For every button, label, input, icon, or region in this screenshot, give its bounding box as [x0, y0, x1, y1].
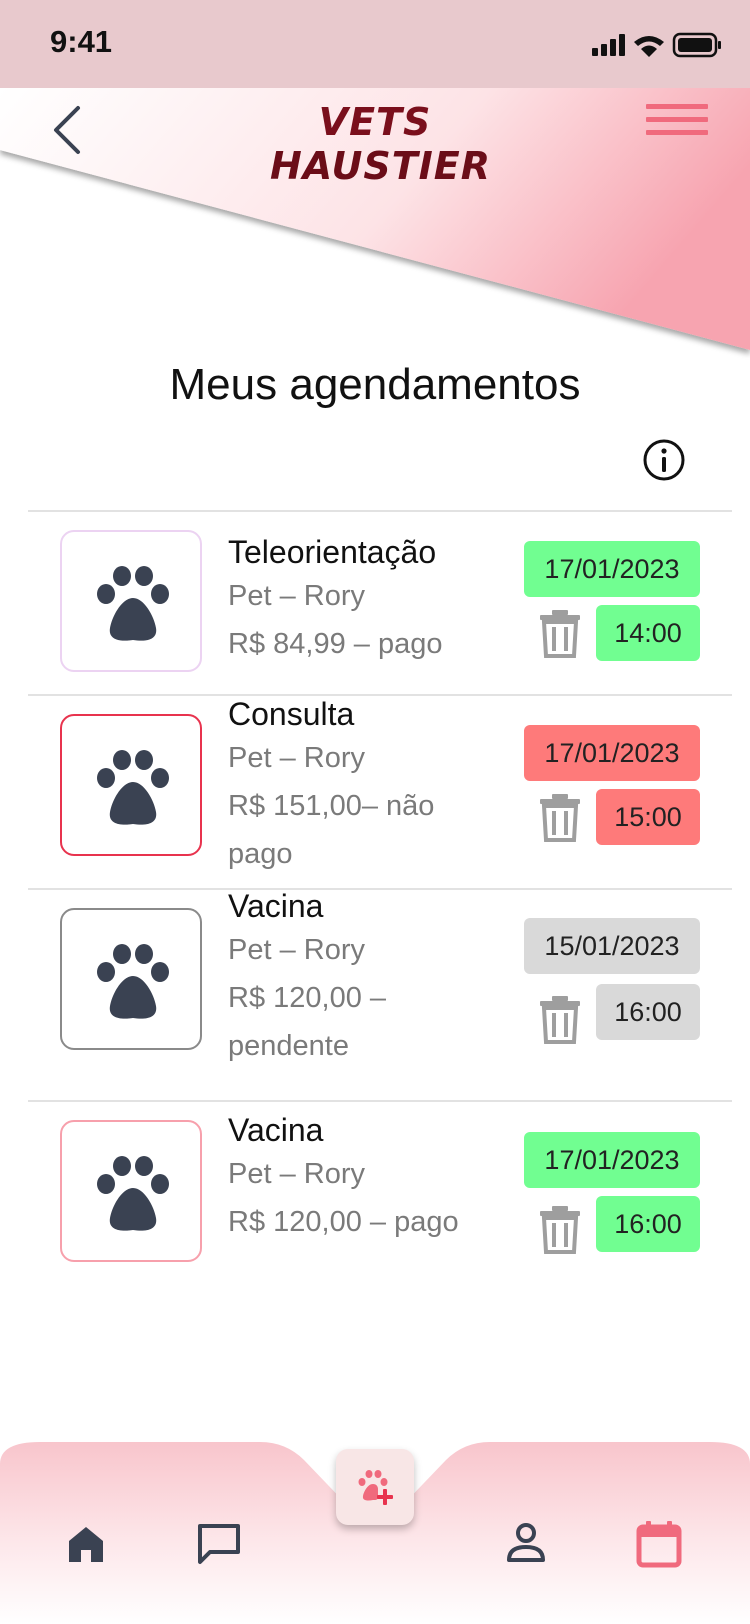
- pet-thumbnail: [60, 530, 202, 672]
- signal-wifi-battery-icon: [592, 32, 721, 58]
- paw-icon: [97, 1156, 169, 1231]
- info-icon: [643, 439, 685, 481]
- divider: [28, 1100, 732, 1102]
- appointment-time: 15:00: [596, 789, 700, 845]
- appointment-time: 16:00: [596, 1196, 700, 1252]
- trash-icon: [540, 996, 580, 1044]
- home-icon: [69, 1527, 103, 1562]
- nav-calendar[interactable]: [636, 1520, 682, 1573]
- chat-icon: [198, 1524, 240, 1564]
- divider: [28, 694, 732, 696]
- nav-profile[interactable]: [506, 1522, 546, 1569]
- page-title: Meus agendamentos: [169, 360, 581, 409]
- appointment-date: 17/01/2023: [524, 725, 700, 781]
- appointment-price-status: pago: [228, 838, 293, 870]
- appointment-pet: Pet – Rory: [228, 1158, 365, 1190]
- logo-line-2: HAUSTIER: [270, 144, 492, 188]
- delete-button[interactable]: [538, 792, 582, 842]
- appointment-time: 14:00: [596, 605, 700, 661]
- chevron-left-icon: [54, 106, 80, 154]
- appointment-price: R$ 120,00 – pago: [228, 1206, 459, 1238]
- appointment-price: R$ 120,00 –: [228, 982, 387, 1014]
- delete-button[interactable]: [538, 608, 582, 658]
- status-bar: 9:41: [0, 0, 750, 88]
- info-button[interactable]: [642, 438, 686, 482]
- appointment-title: Teleorientação: [228, 534, 437, 570]
- trash-icon: [540, 794, 580, 842]
- appointment-price-status: pendente: [228, 1030, 349, 1062]
- pet-thumbnail: [60, 714, 202, 856]
- appointment-pet: Pet – Rory: [228, 580, 365, 612]
- trash-icon: [540, 610, 580, 658]
- pet-thumbnail: [60, 908, 202, 1050]
- delete-button[interactable]: [538, 994, 582, 1044]
- menu-bar: [646, 117, 708, 122]
- appointment-price: R$ 84,99 – pago: [228, 628, 443, 660]
- logo-line-1: VETS: [318, 100, 432, 144]
- appointment-date: 15/01/2023: [524, 918, 700, 974]
- appointment-title: Vacina: [228, 888, 324, 924]
- appointment-title: Consulta: [228, 696, 355, 732]
- nav-home[interactable]: [66, 1524, 106, 1569]
- profile-icon: [507, 1523, 545, 1562]
- status-icons: [592, 30, 722, 65]
- paw-icon: [97, 944, 169, 1019]
- menu-bar: [646, 130, 708, 135]
- paw-icon: [97, 750, 169, 825]
- appointment-title: Vacina: [228, 1112, 324, 1148]
- back-button[interactable]: [44, 100, 94, 160]
- appointment-date: 17/01/2023: [524, 541, 700, 597]
- paw-icon: [97, 566, 169, 641]
- menu-bar: [646, 104, 708, 109]
- appointment-date: 17/01/2023: [524, 1132, 700, 1188]
- delete-button[interactable]: [538, 1204, 582, 1254]
- divider: [28, 510, 732, 512]
- pet-thumbnail: [60, 1120, 202, 1262]
- appointment-time: 16:00: [596, 984, 700, 1040]
- nav-chat[interactable]: [196, 1522, 242, 1571]
- trash-icon: [540, 1206, 580, 1254]
- divider: [28, 888, 732, 890]
- appointment-price: R$ 151,00– não: [228, 790, 435, 822]
- add-pet-icon: [358, 1470, 393, 1505]
- status-time: 9:41: [50, 24, 113, 59]
- calendar-icon: [636, 1521, 682, 1568]
- logo: VETS HAUSTIER: [270, 100, 492, 188]
- add-pet-button[interactable]: [336, 1449, 414, 1525]
- appointment-pet: Pet – Rory: [228, 934, 365, 966]
- appointment-pet: Pet – Rory: [228, 742, 365, 774]
- menu-button[interactable]: [646, 104, 708, 144]
